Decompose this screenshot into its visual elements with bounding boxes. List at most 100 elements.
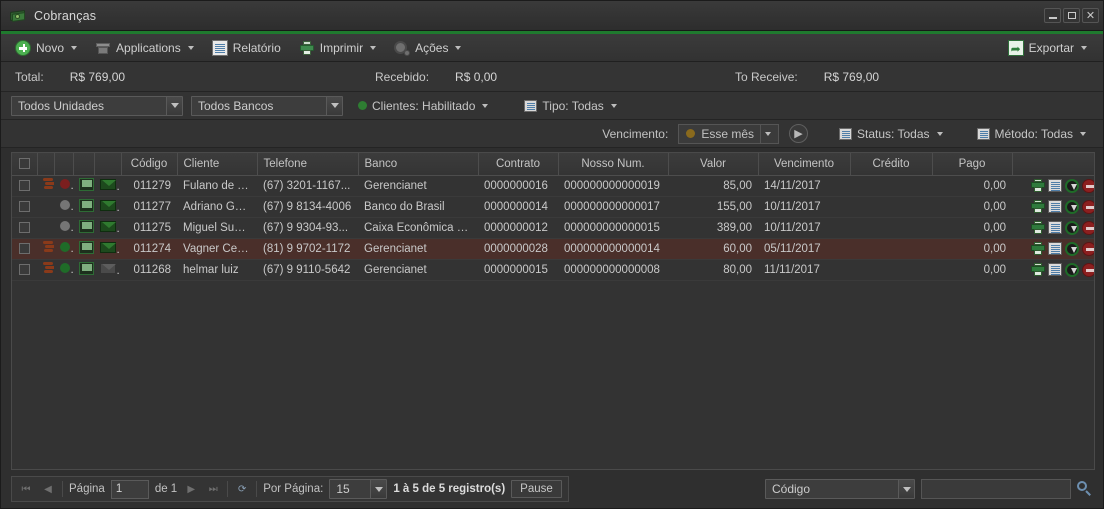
row-hand-cell[interactable] — [37, 217, 54, 238]
table-row[interactable]: 011274Vagner Ces...(81) 9 9702-1172Geren… — [12, 238, 1095, 259]
row-checkbox-cell[interactable] — [12, 238, 37, 259]
next-page-icon[interactable]: ▶ — [183, 481, 199, 497]
row-status-cell[interactable] — [54, 175, 73, 196]
print-icon[interactable] — [1031, 221, 1045, 234]
status-dot-icon[interactable] — [60, 242, 70, 252]
hand-icon[interactable] — [43, 262, 54, 274]
row-hand-cell[interactable] — [37, 175, 54, 196]
col-credito[interactable]: Crédito — [850, 153, 932, 175]
col-status[interactable] — [54, 153, 73, 175]
applications-button[interactable]: Applications — [87, 37, 202, 59]
row-checkbox[interactable] — [19, 180, 30, 191]
pagina-input[interactable] — [111, 480, 149, 499]
mail-icon[interactable] — [100, 263, 116, 274]
col-hand[interactable] — [37, 153, 54, 175]
download-icon[interactable] — [1065, 179, 1079, 193]
status-dot-icon[interactable] — [60, 200, 70, 210]
vencimento-select[interactable]: Esse mês — [678, 124, 779, 144]
row-hand-cell[interactable] — [37, 196, 54, 217]
download-icon[interactable] — [1065, 263, 1079, 277]
pause-button[interactable]: Pause — [511, 480, 562, 498]
table-row[interactable]: 011279Fulano de Tal(67) 3201-1167...Gere… — [12, 175, 1095, 196]
table-row[interactable]: 011275Miguel Supo...(67) 9 9304-93...Cai… — [12, 217, 1095, 238]
maximize-button[interactable] — [1063, 8, 1080, 23]
row-monitor-cell[interactable] — [73, 196, 94, 217]
mail-icon[interactable] — [100, 221, 116, 232]
row-checkbox-cell[interactable] — [12, 175, 37, 196]
detail-icon[interactable] — [1048, 242, 1062, 255]
minimize-button[interactable] — [1044, 8, 1061, 23]
row-hand-cell[interactable] — [37, 259, 54, 280]
print-icon[interactable] — [1031, 179, 1045, 192]
print-icon[interactable] — [1031, 263, 1045, 276]
play-circle-icon[interactable]: ▶ — [789, 124, 808, 143]
table-row[interactable]: 011277Adriano Gar...(67) 9 8134-4006Banc… — [12, 196, 1095, 217]
detail-icon[interactable] — [1048, 179, 1062, 192]
imprimir-button[interactable]: Imprimir — [291, 37, 384, 59]
row-checkbox[interactable] — [19, 264, 30, 275]
download-icon[interactable] — [1065, 200, 1079, 214]
acoes-button[interactable]: Ações — [386, 37, 469, 59]
select-all-header[interactable] — [12, 153, 37, 175]
row-hand-cell[interactable] — [37, 238, 54, 259]
refresh-icon[interactable]: ⟳ — [234, 481, 250, 497]
mail-icon[interactable] — [100, 179, 116, 190]
metodo-filter[interactable]: Método: Todas — [970, 124, 1094, 144]
bancos-select[interactable]: Todos Bancos — [191, 96, 343, 116]
remove-icon[interactable] — [1082, 179, 1095, 193]
prev-page-icon[interactable]: ◀ — [40, 481, 56, 497]
print-icon[interactable] — [1031, 200, 1045, 213]
row-checkbox[interactable] — [19, 222, 30, 233]
search-field-select[interactable]: Código — [765, 479, 915, 499]
exportar-button[interactable]: ➦ Exportar — [1000, 37, 1095, 59]
table-row[interactable]: 011268helmar luiz(67) 9 9110-5642Gerenci… — [12, 259, 1095, 280]
col-codigo[interactable]: Código — [121, 153, 177, 175]
col-mail[interactable] — [94, 153, 121, 175]
col-cliente[interactable]: Cliente — [177, 153, 257, 175]
col-nosso-num[interactable]: Nosso Num. — [558, 153, 668, 175]
status-dot-icon[interactable] — [60, 263, 70, 273]
monitor-icon[interactable] — [79, 178, 94, 191]
detail-icon[interactable] — [1048, 200, 1062, 213]
row-monitor-cell[interactable] — [73, 259, 94, 280]
close-button[interactable]: ✕ — [1082, 8, 1099, 23]
row-status-cell[interactable] — [54, 259, 73, 280]
magnifier-icon[interactable] — [1077, 481, 1093, 497]
detail-icon[interactable] — [1048, 263, 1062, 276]
download-icon[interactable] — [1065, 242, 1079, 256]
status-dot-icon[interactable] — [60, 221, 70, 231]
download-icon[interactable] — [1065, 221, 1079, 235]
row-status-cell[interactable] — [54, 238, 73, 259]
status-dot-icon[interactable] — [60, 179, 70, 189]
mail-icon[interactable] — [100, 242, 116, 253]
monitor-icon[interactable] — [79, 199, 94, 212]
last-page-icon[interactable]: ⏭ — [205, 481, 221, 497]
row-monitor-cell[interactable] — [73, 217, 94, 238]
col-banco[interactable]: Banco — [358, 153, 478, 175]
remove-icon[interactable] — [1082, 263, 1095, 277]
col-valor[interactable]: Valor — [668, 153, 758, 175]
row-mail-cell[interactable] — [94, 259, 121, 280]
row-mail-cell[interactable] — [94, 217, 121, 238]
print-icon[interactable] — [1031, 242, 1045, 255]
unidades-select[interactable]: Todos Unidades — [11, 96, 183, 116]
row-mail-cell[interactable] — [94, 196, 121, 217]
col-pago[interactable]: Pago — [932, 153, 1012, 175]
monitor-icon[interactable] — [79, 262, 94, 275]
row-monitor-cell[interactable] — [73, 175, 94, 196]
monitor-icon[interactable] — [79, 220, 94, 233]
col-monitor[interactable] — [73, 153, 94, 175]
row-checkbox-cell[interactable] — [12, 259, 37, 280]
por-pagina-select[interactable]: 15 — [329, 479, 387, 499]
clientes-filter[interactable]: Clientes: Habilitado — [351, 96, 495, 116]
col-contrato[interactable]: Contrato — [478, 153, 558, 175]
col-telefone[interactable]: Telefone — [257, 153, 358, 175]
detail-icon[interactable] — [1048, 221, 1062, 234]
row-checkbox-cell[interactable] — [12, 196, 37, 217]
first-page-icon[interactable]: ⏮ — [18, 481, 34, 497]
mail-icon[interactable] — [100, 200, 116, 211]
remove-icon[interactable] — [1082, 221, 1095, 235]
row-status-cell[interactable] — [54, 217, 73, 238]
select-all-checkbox[interactable] — [19, 158, 30, 169]
row-mail-cell[interactable] — [94, 175, 121, 196]
